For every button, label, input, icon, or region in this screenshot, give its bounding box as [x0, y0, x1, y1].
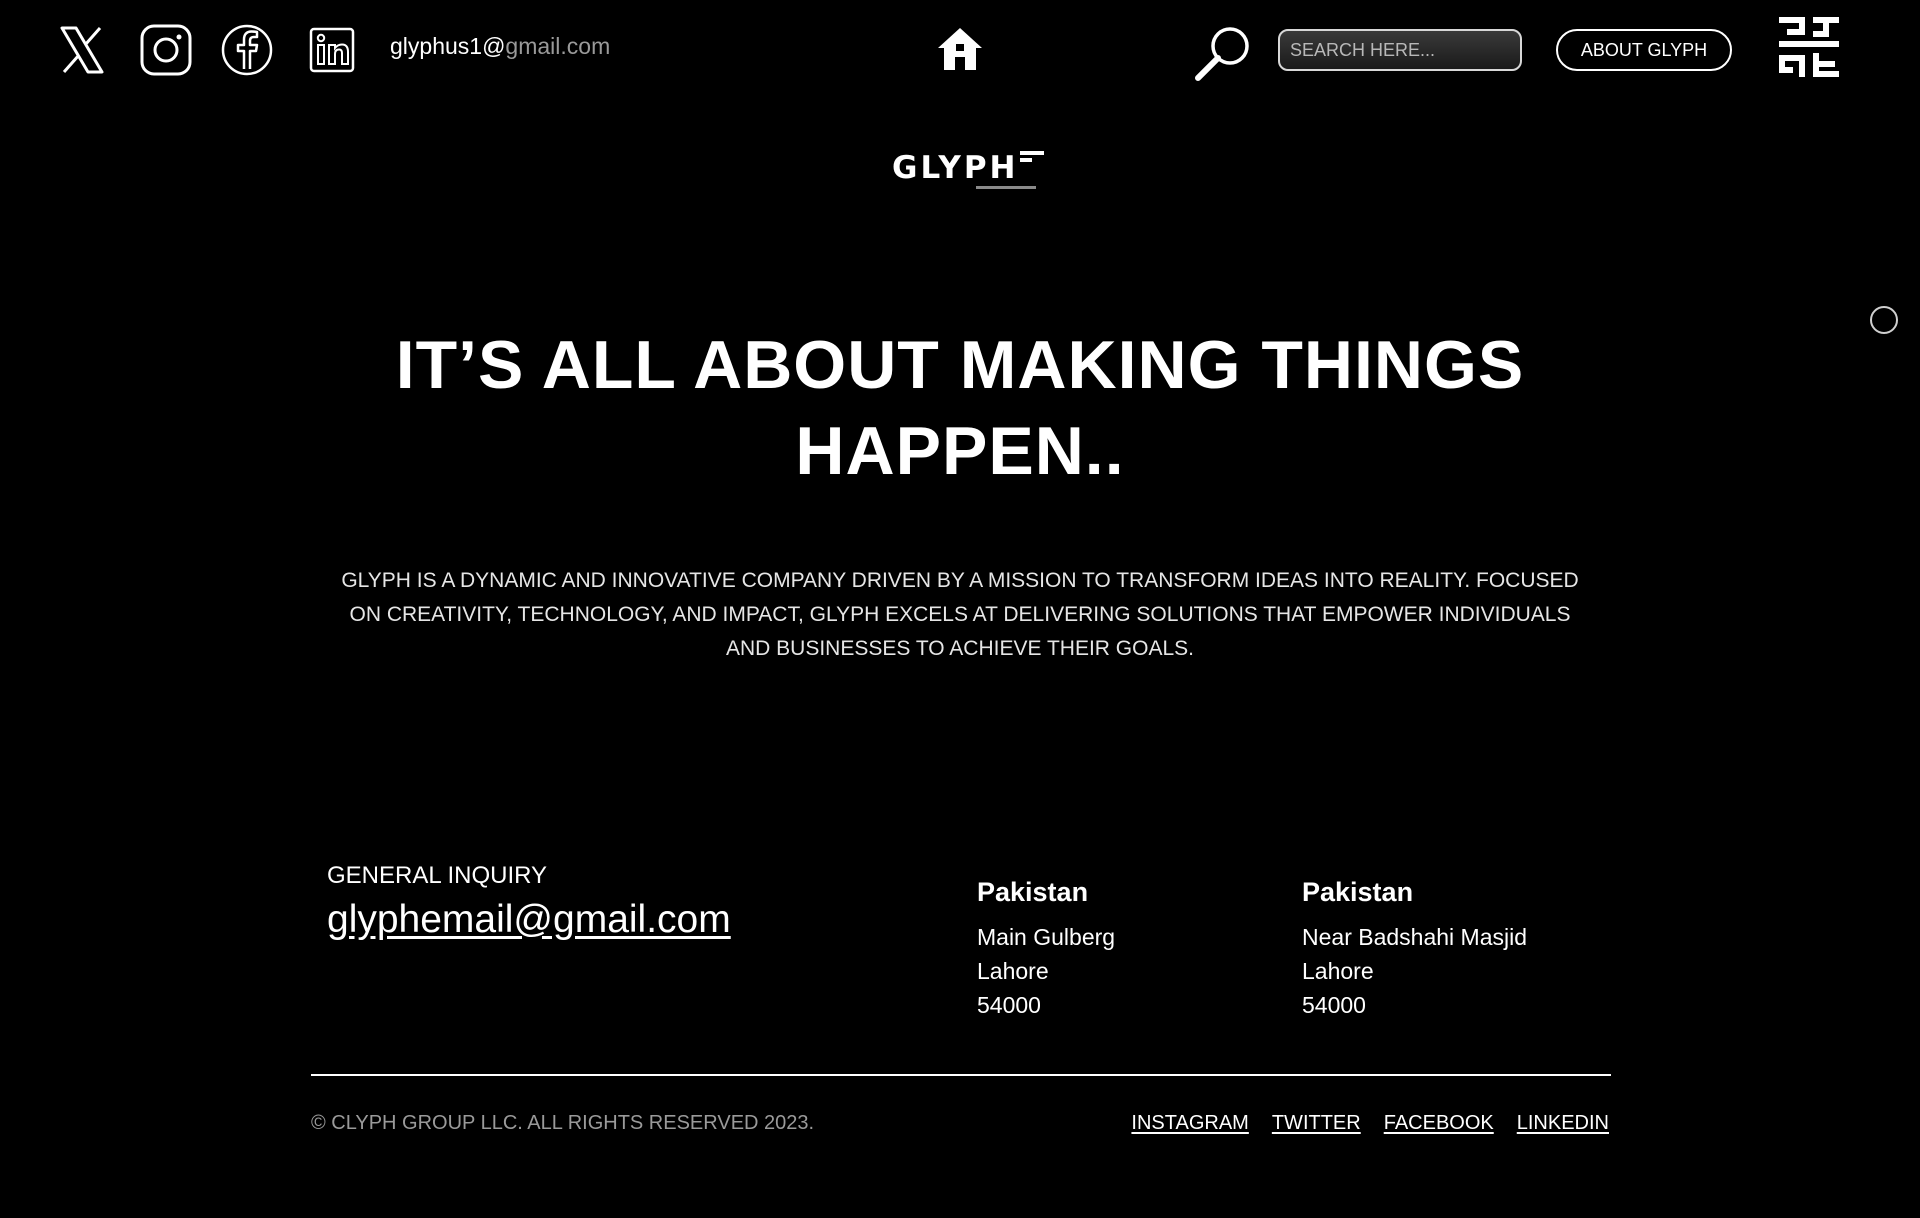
footer-link-twitter[interactable]: TWITTER: [1272, 1112, 1361, 1135]
office-postcode: 54000: [977, 992, 1041, 1018]
home-icon[interactable]: [934, 24, 986, 74]
copyright-text: © CLYPH GROUP LLC. ALL RIGHTS RESERVED 2…: [311, 1112, 815, 1134]
office-address-1: Pakistan Main Gulberg Lahore 54000: [977, 876, 1277, 1022]
logo-text: GLYPH: [892, 150, 1019, 186]
footer-link-facebook[interactable]: FACEBOOK: [1384, 1112, 1494, 1135]
scroll-indicator[interactable]: [1870, 306, 1898, 334]
office-country: Pakistan: [977, 877, 1089, 907]
header-email[interactable]: glyphus1@gmail.com: [390, 33, 610, 60]
search-icon[interactable]: [1192, 22, 1254, 84]
glyph-brand-icon[interactable]: [1776, 14, 1842, 80]
footer-divider: [311, 1074, 1611, 1076]
footer-link-instagram[interactable]: INSTAGRAM: [1131, 1112, 1248, 1135]
office-city: Lahore: [977, 958, 1049, 984]
about-glyph-button[interactable]: ABOUT GLYPH: [1556, 29, 1732, 71]
office-city: Lahore: [1302, 958, 1374, 984]
office-street: Near Badshahi Masjid: [1302, 924, 1528, 950]
header-email-user: glyphus1@: [390, 33, 506, 59]
office-address-2: Pakistan Near Badshahi Masjid Lahore 540…: [1302, 876, 1602, 1022]
logo-bars: [1020, 151, 1044, 165]
footer-link-linkedin[interactable]: LINKEDIN: [1517, 1112, 1609, 1135]
glyph-logo[interactable]: GLYPH: [892, 146, 1048, 194]
hero-description: GLYPH IS A DYNAMIC AND INNOVATIVE COMPAN…: [341, 569, 1579, 660]
hero-title: IT’S ALL ABOUT MAKING THINGS HAPPEN..: [395, 327, 1525, 489]
linkedin-icon[interactable]: [304, 22, 360, 78]
office-postcode: 54000: [1302, 992, 1366, 1018]
facebook-icon[interactable]: [219, 22, 275, 78]
inquiry-email-link[interactable]: glyphemail@gmail.com: [327, 898, 731, 942]
logo-tagline: [976, 186, 1036, 189]
instagram-icon[interactable]: [138, 22, 194, 78]
inquiry-label: GENERAL INQUIRY: [327, 862, 548, 889]
search-input[interactable]: [1278, 29, 1522, 71]
footer-links: INSTAGRAM TWITTER FACEBOOK LINKEDIN: [1131, 1112, 1609, 1135]
x-icon[interactable]: [54, 22, 110, 78]
office-country: Pakistan: [1302, 877, 1414, 907]
header-email-domain: gmail.com: [505, 33, 611, 59]
office-street: Main Gulberg: [977, 924, 1116, 950]
